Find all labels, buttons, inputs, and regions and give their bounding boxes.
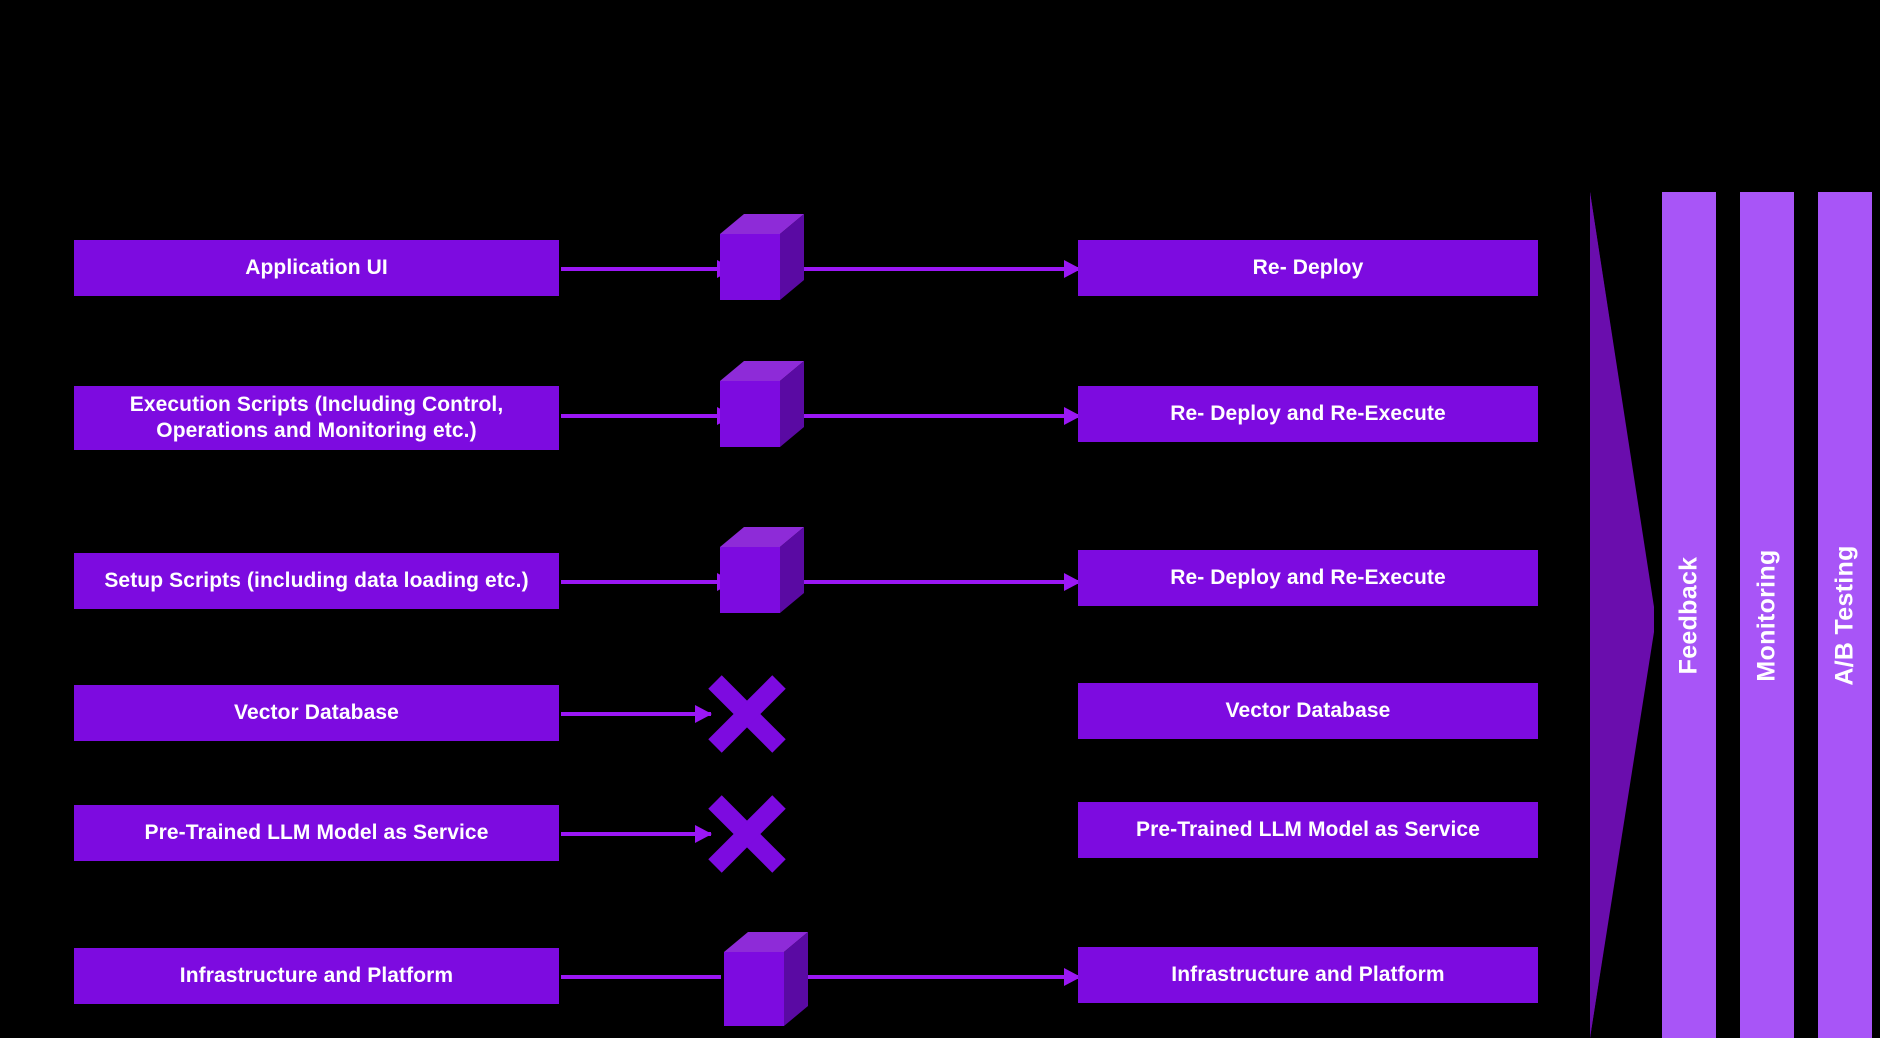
- arrowhead-to-redeploy-reexecute-2: [980, 580, 1080, 584]
- cube-icon[interactable]: [712, 523, 804, 615]
- left-node-setup-scripts[interactable]: Setup Scripts (including data loading et…: [74, 553, 559, 609]
- left-node-label: Setup Scripts (including data loading et…: [104, 568, 529, 592]
- left-node-label: Infrastructure and Platform: [179, 963, 454, 987]
- diagram-canvas: Application UI Re- Deploy Execution Scri…: [0, 0, 1880, 1038]
- left-node-label-line1: Execution Scripts (Including Control,: [129, 392, 504, 416]
- arrow-infrastructure-to-cube: [561, 975, 721, 979]
- right-node-infrastructure[interactable]: Infrastructure and Platform: [1078, 947, 1538, 1003]
- left-node-vector-database[interactable]: Vector Database: [74, 685, 559, 741]
- arrow-setup-scripts-to-cube: [561, 580, 733, 584]
- cube-icon[interactable]: [712, 357, 804, 449]
- left-node-application-ui[interactable]: Application UI: [74, 240, 559, 296]
- right-node-label: Pre-Trained LLM Model as Service: [1136, 817, 1480, 841]
- left-node-label: Execution Scripts (Including Control, Op…: [84, 392, 549, 445]
- right-node-redeploy-reexecute-2[interactable]: Re- Deploy and Re-Execute: [1078, 550, 1538, 606]
- left-node-label: Application UI: [245, 255, 388, 279]
- right-node-pretrained-llm[interactable]: Pre-Trained LLM Model as Service: [1078, 802, 1538, 858]
- arrow-application-ui-to-cube: [561, 267, 733, 271]
- arrow-vector-database-to-cross: [561, 712, 711, 716]
- right-node-vector-database[interactable]: Vector Database: [1078, 683, 1538, 739]
- left-node-label: Vector Database: [234, 700, 399, 724]
- right-node-label: Re- Deploy and Re-Execute: [1170, 565, 1446, 589]
- cross-icon[interactable]: [705, 792, 789, 876]
- bar-ab-testing-label: A/B Testing: [1830, 544, 1859, 686]
- arrowhead-to-infrastructure: [980, 975, 1080, 979]
- arrow-pretrained-llm-to-cross: [561, 832, 711, 836]
- left-node-execution-scripts[interactable]: Execution Scripts (Including Control, Op…: [74, 386, 559, 450]
- cross-icon[interactable]: [705, 672, 789, 756]
- left-node-label-line2: Operations and Monitoring etc.): [156, 419, 477, 442]
- arrowhead-to-redeploy: [980, 267, 1080, 271]
- bar-feedback-label: Feedback: [1674, 556, 1703, 674]
- bar-feedback[interactable]: Feedback: [1662, 192, 1716, 1038]
- right-node-label: Re- Deploy and Re-Execute: [1170, 401, 1446, 425]
- arrowhead-to-redeploy-reexecute-1: [980, 414, 1080, 418]
- left-node-infrastructure[interactable]: Infrastructure and Platform: [74, 948, 559, 1004]
- right-node-label: Vector Database: [1225, 698, 1391, 722]
- right-node-redeploy[interactable]: Re- Deploy: [1078, 240, 1538, 296]
- right-node-label: Re- Deploy: [1252, 255, 1364, 279]
- cube-icon[interactable]: [718, 928, 810, 1028]
- cube-icon[interactable]: [712, 210, 804, 302]
- bar-monitoring-label: Monitoring: [1752, 548, 1781, 682]
- left-node-label: Pre-Trained LLM Model as Service: [144, 820, 489, 844]
- feedback-loop-chevron-icon: [1588, 192, 1660, 1038]
- left-node-pretrained-llm[interactable]: Pre-Trained LLM Model as Service: [74, 805, 559, 861]
- arrow-execution-scripts-to-cube: [561, 414, 733, 418]
- right-node-redeploy-reexecute-1[interactable]: Re- Deploy and Re-Execute: [1078, 386, 1538, 442]
- bar-monitoring[interactable]: Monitoring: [1740, 192, 1794, 1038]
- bar-ab-testing[interactable]: A/B Testing: [1818, 192, 1872, 1038]
- right-node-label: Infrastructure and Platform: [1171, 962, 1445, 986]
